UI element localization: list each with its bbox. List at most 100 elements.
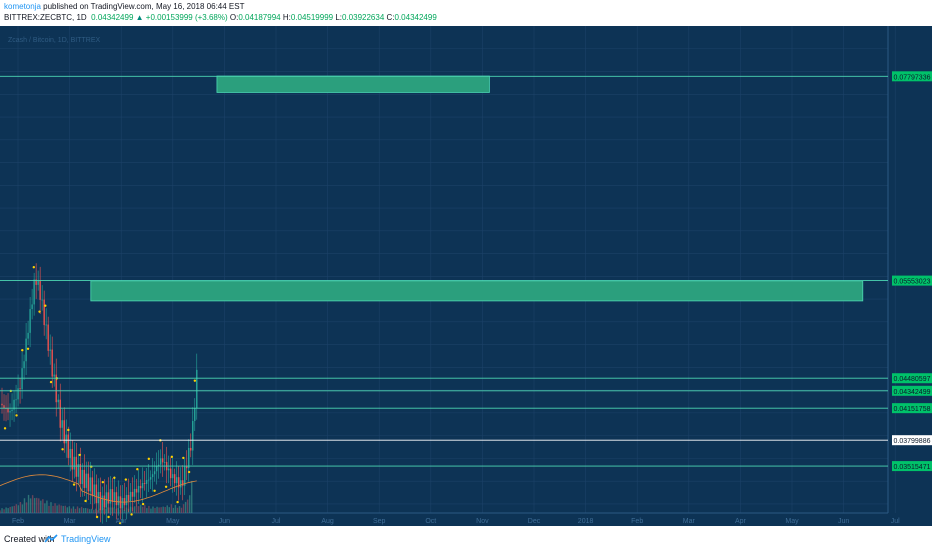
signal-dot <box>141 502 145 506</box>
x-tick-label: May <box>166 518 180 525</box>
candle-body <box>7 408 9 413</box>
candle-body <box>79 464 82 485</box>
volume-bar <box>46 500 48 513</box>
candle-body <box>145 480 148 484</box>
signal-dot <box>84 499 87 503</box>
high-label: H: <box>282 13 291 22</box>
tradingview-brand[interactable]: TradingView <box>61 534 111 544</box>
signal-dot <box>164 485 168 488</box>
price-label-text: 0.07797336 <box>894 74 931 81</box>
candle-body <box>57 399 59 403</box>
candle-body <box>11 409 13 412</box>
x-tick-label: Sep <box>373 518 386 525</box>
upper-target-zone <box>216 75 490 93</box>
price-label-text: 0.03799886 <box>894 438 931 445</box>
volume-bar <box>62 505 64 513</box>
signal-dot <box>26 347 30 350</box>
candle-body <box>87 473 90 492</box>
price-label-text: 0.04480597 <box>894 376 931 383</box>
price-label-text: 0.04342499 <box>894 389 931 396</box>
price-label-text: 0.05553023 <box>894 279 931 286</box>
candle-body <box>186 466 188 469</box>
candle-body <box>99 492 102 511</box>
x-tick-label: Nov <box>476 518 489 525</box>
volume-bar <box>74 508 77 513</box>
signal-dot <box>153 489 156 492</box>
volume-bar <box>17 505 20 513</box>
candle-body <box>113 492 116 503</box>
volume-bar <box>23 498 26 513</box>
candle-body <box>27 332 29 339</box>
candle-body <box>121 497 124 509</box>
volume-bar <box>38 498 40 513</box>
author-link[interactable]: kometonja <box>4 2 41 11</box>
x-tick-label: Apr <box>735 518 747 525</box>
candle-body <box>39 280 41 300</box>
candle-body <box>131 491 134 497</box>
price-chart[interactable]: Zcash / Bitcoin, 1D, BITTREX Feb Mar Apr Ma… <box>0 26 932 526</box>
volume-bar <box>156 506 158 513</box>
volume-bar <box>3 509 5 513</box>
volume-bar <box>64 505 66 513</box>
publish-info: kometonja published on TradingView.com, … <box>4 2 244 11</box>
volume-bar <box>140 504 142 513</box>
up-arrow-icon: ▲ <box>135 13 144 22</box>
low-value: 0.03922634 <box>342 13 385 22</box>
volume-bar <box>25 502 28 513</box>
candle-body <box>125 494 128 506</box>
signal-dot <box>95 515 99 519</box>
candle-body <box>107 492 110 504</box>
volume-bar <box>42 499 44 513</box>
signal-dot <box>107 515 110 519</box>
candle-body <box>51 349 53 377</box>
candle-body <box>196 369 198 409</box>
x-tick-label: Feb <box>12 518 24 525</box>
volume-bar <box>144 505 146 513</box>
x-tick-label: Feb <box>631 518 643 525</box>
volume-bar <box>84 508 87 513</box>
candle-body <box>149 477 152 480</box>
candle-body <box>17 388 19 400</box>
volume-bar <box>58 504 60 513</box>
symbol-watermark: Zcash / Bitcoin, 1D, BITTREX <box>8 37 101 44</box>
candle-body <box>23 361 25 369</box>
candle-body <box>192 421 194 451</box>
candle-body <box>167 468 170 471</box>
volume-bar <box>191 481 193 513</box>
volume-bar <box>178 506 181 513</box>
signal-dot <box>38 310 41 313</box>
volume-bar <box>29 498 32 513</box>
volume-bar <box>87 508 89 513</box>
candle-body <box>47 324 49 351</box>
signal-dot <box>187 470 191 474</box>
candle-body <box>129 491 132 501</box>
candle-body <box>15 399 17 401</box>
x-tick-label: Oct <box>425 518 436 525</box>
candle-body <box>19 388 21 390</box>
volume-bar <box>36 497 38 513</box>
x-tick-label: May <box>785 518 799 525</box>
candle-body <box>65 434 67 444</box>
candle-body <box>75 456 77 477</box>
candle-body <box>184 466 186 486</box>
volume-bar <box>180 507 183 513</box>
tradingview-logo-icon <box>44 534 58 543</box>
close-label: C: <box>386 13 395 22</box>
candle-body <box>190 447 192 451</box>
signal-dot <box>32 266 36 269</box>
published-text: published on TradingView.com, May 16, 20… <box>43 2 245 11</box>
candle-body <box>175 477 178 484</box>
candle-body <box>3 405 5 409</box>
signal-dot <box>21 349 24 352</box>
signal-dot <box>3 427 7 430</box>
candle-body <box>1 403 3 406</box>
candle-body <box>95 484 98 504</box>
candle-body <box>135 488 138 493</box>
volume-bar <box>158 507 160 513</box>
candle-body <box>81 469 84 485</box>
volume-bar <box>150 508 152 513</box>
signal-dot <box>78 453 82 457</box>
candle-body <box>25 338 27 362</box>
volume-bar <box>184 501 187 513</box>
volume-bar <box>137 506 140 513</box>
